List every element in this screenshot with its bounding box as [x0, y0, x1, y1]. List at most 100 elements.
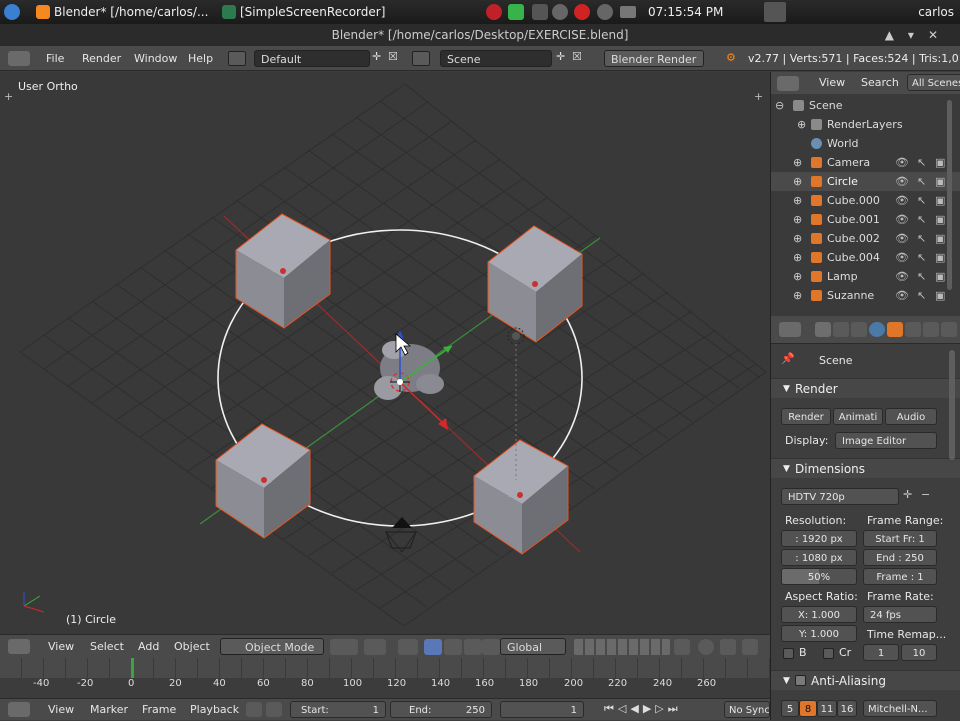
visibility-icon[interactable]: 👁 [895, 267, 909, 286]
outliner-item-cube-004[interactable]: ⊕ Cube.004 👁 ↖ ▣ [771, 248, 960, 267]
modifiers-tab-icon[interactable] [923, 322, 939, 337]
remap-new-field[interactable]: 10 [901, 644, 937, 661]
anti-aliasing-panel-header[interactable]: ▼ Anti-Aliasing [771, 670, 960, 690]
visibility-icon[interactable]: 👁 [895, 248, 909, 267]
outliner-item-camera[interactable]: ⊕ Camera 👁 ↖ ▣ [771, 153, 960, 172]
render-panel-header[interactable]: ▼ Render [771, 378, 960, 398]
data-tab-icon[interactable] [941, 322, 957, 337]
add-layout-icon[interactable]: ✛ [372, 50, 381, 63]
scene-field[interactable]: Scene [440, 50, 552, 67]
mail-tray-icon[interactable] [620, 6, 636, 18]
animation-button[interactable]: Animati [833, 408, 883, 425]
aa-sample-16[interactable]: 16 [837, 700, 857, 717]
remove-scene-icon[interactable]: ☒ [572, 50, 582, 63]
outliner-item-world[interactable]: World [771, 134, 960, 153]
wifi-tray-icon[interactable] [552, 4, 568, 20]
window-controls[interactable]: ▲▾✕ [885, 24, 952, 46]
menu-frame[interactable]: Frame [142, 699, 176, 721]
dimensions-panel-header[interactable]: ▼ Dimensions [771, 458, 960, 478]
visibility-icon[interactable]: 👁 [895, 229, 909, 248]
end-frame-field[interactable]: End : 250 [863, 549, 937, 566]
timeline-area[interactable]: -40 -20 0 20 40 60 80 100 120 140 160 18… [0, 658, 770, 698]
render-restrict-icon[interactable]: ▣ [935, 172, 945, 191]
audio-button[interactable]: Audio [885, 408, 937, 425]
select-restrict-icon[interactable]: ↖ [917, 286, 926, 305]
blender-logo-icon[interactable] [4, 4, 20, 20]
menu-view[interactable]: View [48, 699, 74, 721]
menu-file[interactable]: File [46, 46, 64, 71]
outliner-item-lamp[interactable]: ⊕ Lamp 👁 ↖ ▣ [771, 267, 960, 286]
aa-sample-5[interactable]: 5 [781, 700, 799, 717]
frame-rate-select[interactable]: 24 fps [863, 606, 937, 623]
menu-render[interactable]: Render [82, 46, 121, 71]
volume-tray-icon[interactable] [597, 4, 613, 20]
aa-checkbox[interactable] [795, 675, 806, 686]
outliner-item-cube-000[interactable]: ⊕ Cube.000 👁 ↖ ▣ [771, 191, 960, 210]
translate-icon[interactable] [424, 639, 442, 655]
render-restrict-icon[interactable]: ▣ [935, 286, 945, 305]
render-restrict-icon[interactable]: ▣ [935, 248, 945, 267]
render-restrict-icon[interactable]: ▣ [935, 229, 945, 248]
crop-checkbox[interactable] [823, 648, 834, 659]
outliner-editor-icon[interactable] [777, 76, 799, 91]
aa-sample-8[interactable]: 8 [799, 700, 817, 717]
outliner-item-cube-001[interactable]: ⊕ Cube.001 👁 ↖ ▣ [771, 210, 960, 229]
border-checkbox[interactable] [783, 648, 794, 659]
timeline-playhead[interactable] [131, 658, 134, 678]
preset-select[interactable]: HDTV 720p [781, 488, 899, 505]
display-select[interactable]: Image Editor [835, 432, 937, 449]
expand-icon[interactable]: ⊕ [793, 172, 802, 191]
outliner-item-circle[interactable]: ⊕ Circle 👁 ↖ ▣ [771, 172, 960, 191]
expand-icon[interactable]: ⊕ [793, 210, 802, 229]
scale-icon[interactable] [464, 639, 482, 655]
menu-view[interactable]: View [48, 635, 74, 659]
expand-icon[interactable]: ⊕ [793, 191, 802, 210]
outliner-display-select[interactable]: All Scenes [907, 74, 960, 91]
render-restrict-icon[interactable]: ▣ [935, 153, 945, 172]
record-keyframe-icon[interactable] [266, 702, 282, 717]
properties-toggle-icon[interactable]: + [754, 90, 763, 103]
remove-preset-icon[interactable]: − [921, 488, 930, 501]
frame-step-field[interactable]: Frame : 1 [863, 568, 937, 585]
proportional-edit-icon[interactable] [698, 639, 714, 655]
outliner-item-suzanne[interactable]: ⊕ Suzanne 👁 ↖ ▣ [771, 286, 960, 305]
render-engine-select[interactable]: Blender Render [604, 50, 704, 67]
remove-layout-icon[interactable]: ☒ [388, 50, 398, 63]
outliner-item-cube-002[interactable]: ⊕ Cube.002 👁 ↖ ▣ [771, 229, 960, 248]
render-preview-icon[interactable] [742, 639, 758, 655]
select-restrict-icon[interactable]: ↖ [917, 191, 926, 210]
render-layers-tab-icon[interactable] [833, 322, 849, 337]
render-button[interactable]: Render [781, 408, 831, 425]
menu-object[interactable]: Object [174, 635, 210, 659]
aspect-y-field[interactable]: Y: 1.000 [781, 625, 857, 642]
start-frame-field[interactable]: Start: 1 [290, 701, 386, 718]
select-restrict-icon[interactable]: ↖ [917, 210, 926, 229]
current-frame-field[interactable]: 1 [500, 701, 584, 718]
resolution-percent-slider[interactable]: 50% [781, 568, 857, 585]
3d-viewport[interactable]: User Ortho (1) Circle + + [0, 72, 770, 634]
playback-controls[interactable]: ⏮◁◀▶▷⏭ [604, 702, 682, 716]
visibility-icon[interactable]: 👁 [895, 172, 909, 191]
visibility-icon[interactable]: 👁 [895, 210, 909, 229]
cube-001[interactable] [487, 225, 583, 343]
app2-tray-icon[interactable] [532, 4, 548, 20]
rotate-icon[interactable] [444, 639, 462, 655]
orientation-select[interactable]: Global [500, 638, 566, 655]
select-restrict-icon[interactable]: ↖ [917, 267, 926, 286]
shading-select-icon[interactable] [330, 639, 358, 655]
cube-002[interactable] [215, 423, 311, 539]
editor-type-icon[interactable] [8, 639, 30, 654]
scene-tab-icon[interactable] [851, 322, 867, 337]
select-restrict-icon[interactable]: ↖ [917, 153, 926, 172]
scene-icon[interactable] [412, 51, 430, 66]
resolution-y-field[interactable]: : 1080 px [781, 549, 857, 566]
visibility-icon[interactable]: 👁 [895, 191, 909, 210]
render-restrict-icon[interactable]: ▣ [935, 191, 945, 210]
expand-icon[interactable]: ⊕ [793, 267, 802, 286]
taskbar-task-recorder[interactable]: [SimpleScreenRecorder] [218, 0, 418, 24]
visibility-icon[interactable]: 👁 [895, 153, 909, 172]
object-tab-icon[interactable] [887, 322, 903, 337]
outliner-menu-view[interactable]: View [819, 72, 845, 94]
viewport-scene[interactable] [0, 72, 770, 634]
start-frame-field[interactable]: Start Fr: 1 [863, 530, 937, 547]
